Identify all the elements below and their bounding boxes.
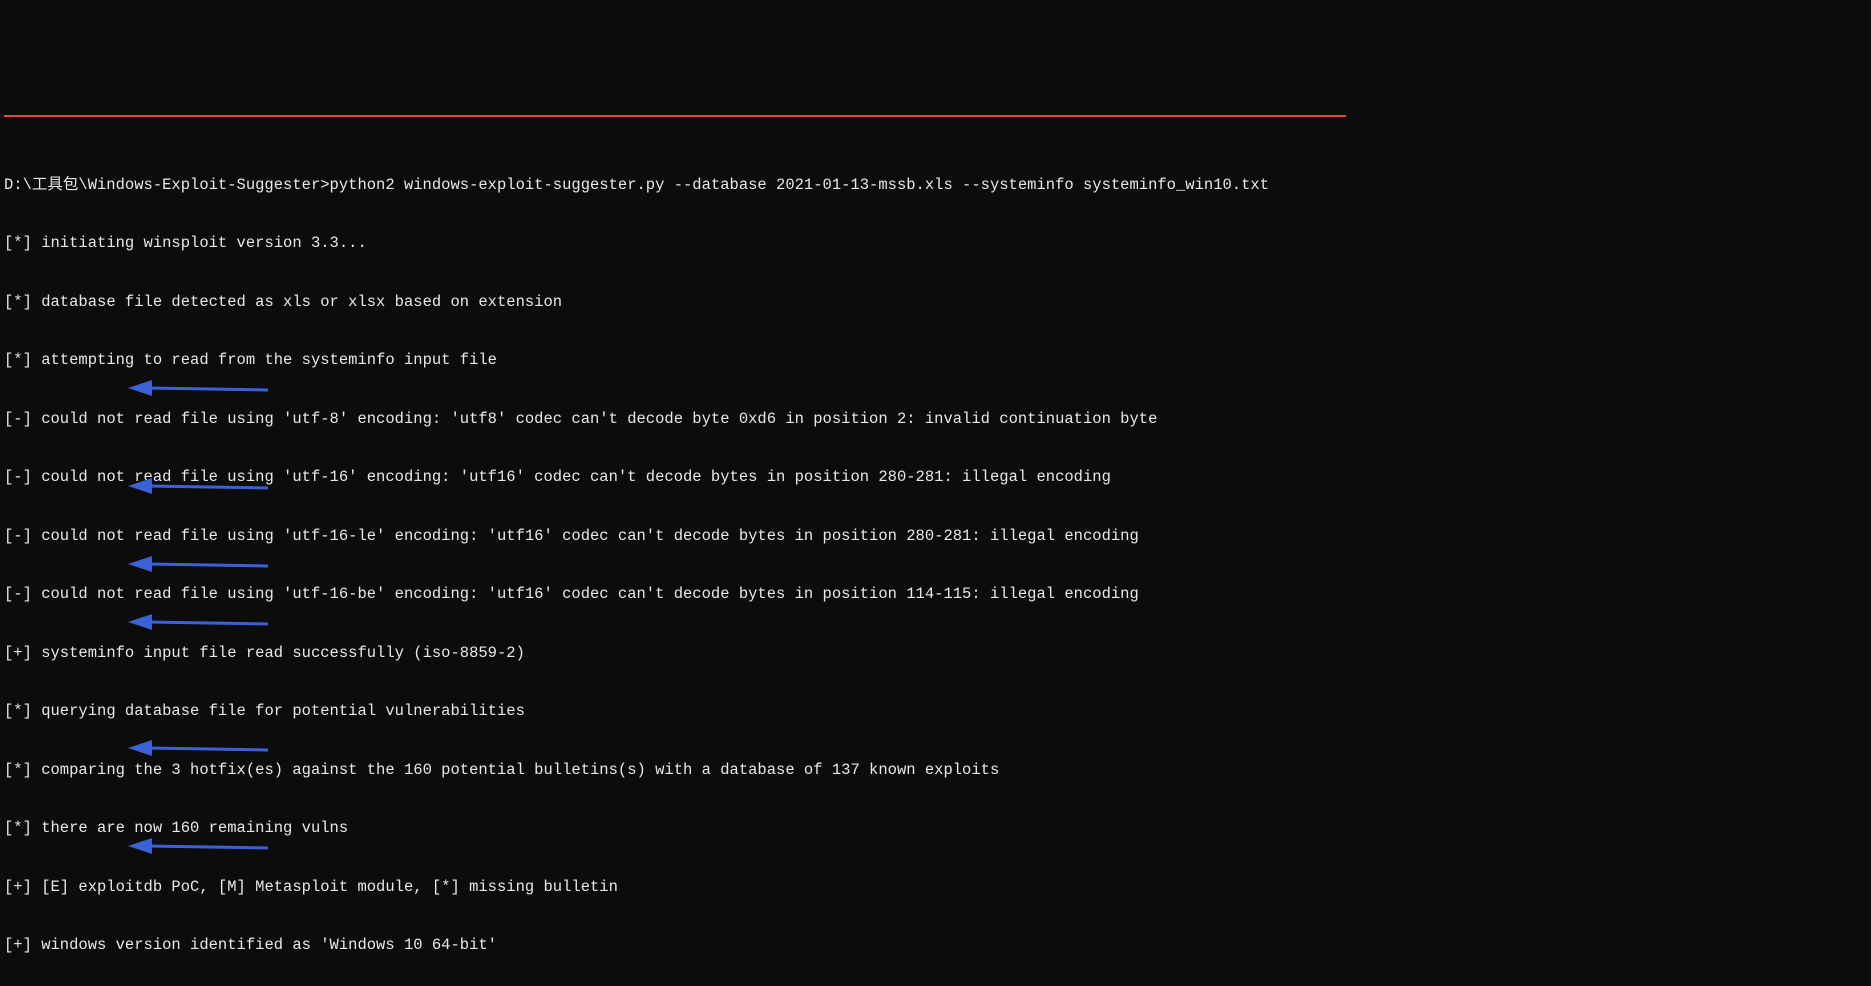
arrow-left-icon bbox=[128, 378, 268, 398]
output-line: [-] could not read file using 'utf-16-be… bbox=[4, 585, 1867, 605]
output-line: [+] windows version identified as 'Windo… bbox=[4, 936, 1867, 956]
output-line: [*] database file detected as xls or xls… bbox=[4, 293, 1867, 313]
output-line: [-] could not read file using 'utf-16' e… bbox=[4, 468, 1867, 488]
prompt-path: D:\工具包\Windows-Exploit-Suggester> bbox=[4, 176, 330, 194]
arrow-left-icon bbox=[128, 554, 268, 574]
arrow-left-icon bbox=[128, 612, 268, 632]
arrow-left-icon bbox=[128, 836, 268, 856]
command-underline-annotation bbox=[4, 115, 1346, 117]
arrow-left-icon bbox=[128, 738, 268, 758]
output-line: [*] attempting to read from the systemin… bbox=[4, 351, 1867, 371]
command-line: D:\工具包\Windows-Exploit-Suggester>python2… bbox=[4, 176, 1867, 196]
output-line: [*] comparing the 3 hotfix(es) against t… bbox=[4, 761, 1867, 781]
output-line: [-] could not read file using 'utf-8' en… bbox=[4, 410, 1867, 430]
output-line: [+] systeminfo input file read successfu… bbox=[4, 644, 1867, 664]
output-line: [*] querying database file for potential… bbox=[4, 702, 1867, 722]
output-line: [*] initiating winsploit version 3.3... bbox=[4, 234, 1867, 254]
output-line: [+] [E] exploitdb PoC, [M] Metasploit mo… bbox=[4, 878, 1867, 898]
output-line: [*] there are now 160 remaining vulns bbox=[4, 819, 1867, 839]
terminal-output[interactable]: D:\工具包\Windows-Exploit-Suggester>python2… bbox=[0, 98, 1871, 986]
command-text: python2 windows-exploit-suggester.py --d… bbox=[330, 176, 1269, 194]
output-line: [-] could not read file using 'utf-16-le… bbox=[4, 527, 1867, 547]
